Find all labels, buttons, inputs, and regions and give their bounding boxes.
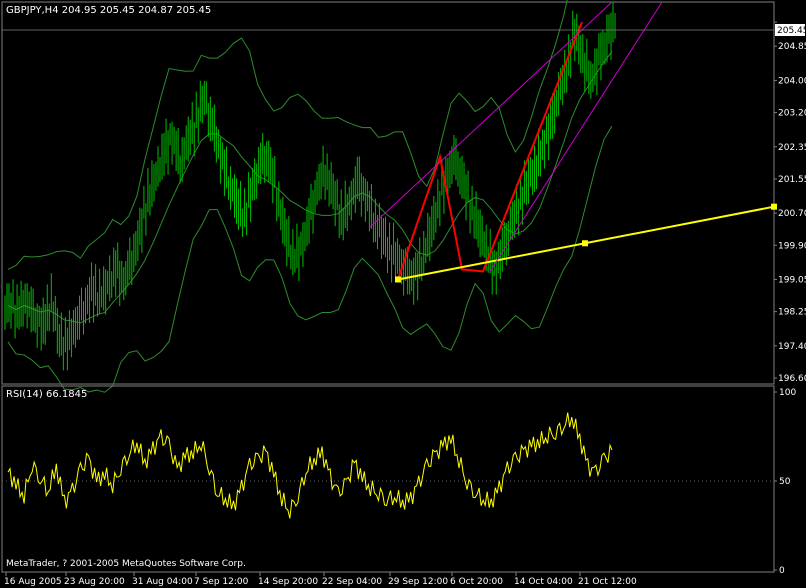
rsi-tick-label: 50 [779,477,791,487]
time-tick-label: 7 Sep 12:00 [194,577,249,587]
trading-chart[interactable]: 204.85 204.00 203.20 202.35 201.55 200.70 199.… [0,0,806,588]
time-tick-label: 22 Sep 04:00 [322,577,382,587]
price-tick-label: 203.20 [778,109,806,119]
rsi-tick-label: 0 [779,566,785,576]
time-tick-label: 29 Sep 12:00 [388,577,448,587]
trendline-anchor[interactable] [395,276,401,283]
current-price-label: 205.45 [777,26,806,36]
time-tick-label: 16 Aug 2005 [4,577,62,587]
price-tick-label: 197.40 [778,342,806,352]
rsi-pane-header: RSI(14) 66.1845 [6,389,87,400]
rsi-tick-label: 100 [779,388,796,398]
trendline-anchor[interactable] [582,240,588,247]
price-tick-label: 204.00 [778,76,806,86]
copyright-text: MetaTrader, ? 2001-2005 MetaQuotes Softw… [6,559,246,569]
price-pane-header: GBPJPY,H4 204.95 205.45 204.87 205.45 [6,5,211,16]
price-tick-label: 196.60 [778,374,806,384]
time-tick-label: 23 Aug 20:00 [64,577,125,587]
price-tick-label: 198.25 [778,308,806,318]
price-tick-label: 199.90 [778,241,806,251]
time-tick-label: 14 Sep 20:00 [258,577,318,587]
time-tick-label: 31 Aug 04:00 [132,577,193,587]
time-tick-label: 14 Oct 04:00 [514,577,573,587]
price-tick-label: 202.35 [778,143,806,153]
price-tick-label: 204.85 [778,42,806,52]
time-tick-label: 6 Oct 20:00 [450,577,503,587]
trendline-anchor[interactable] [771,203,777,210]
time-tick-label: 21 Oct 12:00 [578,577,637,587]
price-tick-label: 200.70 [778,209,806,219]
price-tick-label: 201.55 [778,175,806,185]
price-tick-label: 199.05 [778,275,806,285]
